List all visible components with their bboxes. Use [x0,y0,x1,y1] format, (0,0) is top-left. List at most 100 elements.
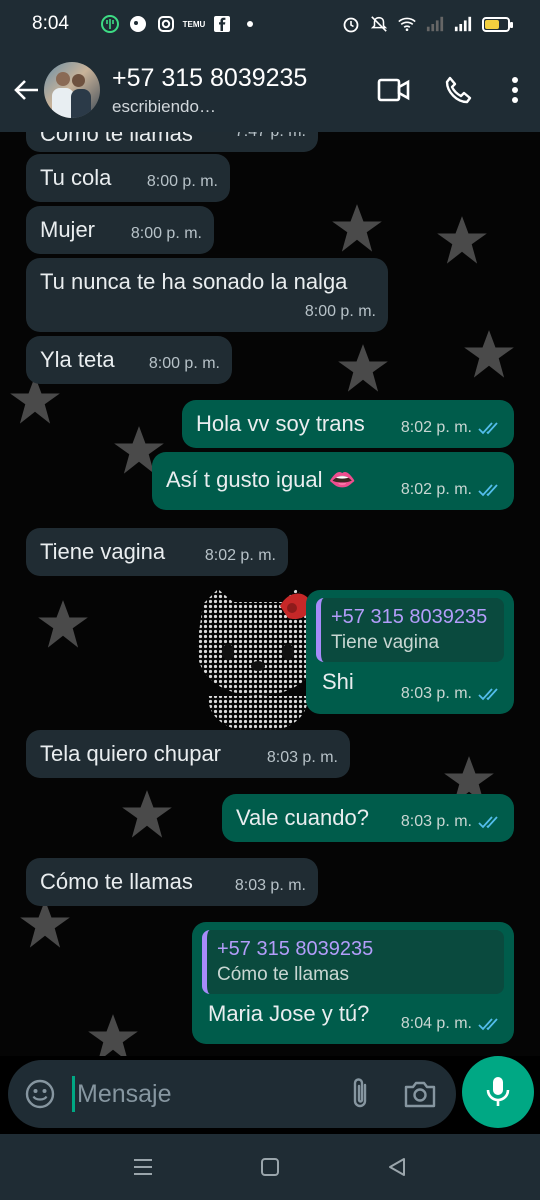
message-time: 8:03 p. m. [234,877,306,894]
message-bubble[interactable]: Hola vv soy trans 8:02 p. m. [182,400,514,448]
star-icon [332,204,382,252]
read-ticks-icon [478,484,498,497]
message-time: 8:02 p. m. [400,419,472,436]
fork-icon [100,15,119,33]
message-text: Tu nunca te ha sonado la nalga [40,269,348,294]
alarm-icon [342,15,360,33]
message-meta: 8:03 p. m. [235,872,306,900]
temu-label: TEMU [182,19,206,29]
avatar[interactable] [44,62,100,118]
mute-icon [370,15,388,33]
instagram-icon [157,15,175,33]
message-text: Tela quiero chupar [40,741,222,766]
quoted-text: Cómo te llamas [217,964,349,985]
message-bubble[interactable]: Así t gusto igual 👄 8:02 p. m. [152,452,514,510]
message-time: 7:47 p. m. [235,132,306,146]
recents-icon[interactable] [113,1142,173,1192]
message-text: Yla teta [40,347,115,372]
contact-status: escribiendo… [112,97,216,116]
message-bubble[interactable]: Tu nunca te ha sonado la nalga 8:00 p. m… [26,258,388,332]
message-time: 8:03 p. m. [400,813,472,830]
more-options-icon[interactable] [490,60,540,120]
quoted-message[interactable]: +57 315 8039235 Cómo te llamas [202,930,504,994]
signal-icon [426,15,444,33]
contact-info[interactable]: +57 315 8039235 escribiendo… [112,63,362,117]
notification-dot [246,21,253,27]
text-caret [72,1076,75,1112]
battery-level [485,19,500,29]
attach-icon[interactable] [330,1064,390,1124]
camera-icon[interactable] [390,1064,450,1124]
message-meta: 8:02 p. m. [401,476,502,504]
message-input-bar: Mensaje [0,1056,540,1134]
message-meta: 8:00 p. m. [147,168,218,196]
message-bubble[interactable]: Tiene vagina 8:02 p. m. [26,528,288,576]
back-icon[interactable] [367,1142,427,1192]
contact-name: +57 315 8039235 [112,64,308,92]
message-text: Tiene vagina [40,539,166,564]
message-meta: 8:00 p. m. [131,220,202,248]
message-time: 8:04 p. m. [400,1015,472,1032]
chat-header: +57 315 8039235 escribiendo… [0,48,540,132]
quoted-message[interactable]: +57 315 8039235 Tiene vagina [316,598,504,662]
message-bubble[interactable]: Como te llamas 7:47 p. m. [26,132,318,152]
status-right [342,15,513,33]
message-meta: 8:00 p. m. [305,298,376,326]
message-bubble[interactable]: +57 315 8039235 Tiene vagina Shi 8:03 p.… [306,590,514,714]
star-icon [464,330,514,378]
bird-icon [129,15,147,33]
message-bubble[interactable]: Mujer 8:00 p. m. [26,206,214,254]
message-meta: 8:03 p. m. [401,680,502,708]
facebook-icon [213,15,231,33]
signal-icon [454,15,472,33]
message-bubble[interactable]: +57 315 8039235 Cómo te llamas Maria Jos… [192,922,514,1044]
video-call-icon[interactable] [362,60,426,120]
wifi-icon [398,15,416,33]
battery-icon [482,16,513,32]
message-bubble[interactable]: Tu cola 8:00 p. m. [26,154,230,202]
star-icon [338,344,388,392]
status-bar: 8:04 TEMU [0,0,540,48]
star-icon [122,790,172,838]
message-bubble[interactable]: Vale cuando? 8:03 p. m. [222,794,514,842]
message-meta: 8:02 p. m. [205,542,276,570]
message-text: Como te llamas [40,132,193,146]
emoji-icon[interactable] [10,1064,70,1124]
message-meta: 8:03 p. m. [267,744,338,772]
microphone-button[interactable] [462,1056,534,1128]
message-meta: 8:00 p. m. [149,350,220,378]
microphone-icon [486,1077,510,1106]
message-meta: 8:04 p. m. [401,1010,502,1038]
read-ticks-icon [478,688,498,701]
message-bubble[interactable]: Yla teta 8:00 p. m. [26,336,232,384]
system-nav-bar [0,1134,540,1200]
message-time: 8:00 p. m. [146,173,218,190]
message-text: Cómo te llamas [40,869,193,894]
message-time: 8:03 p. m. [266,749,338,766]
message-input-box[interactable]: Mensaje [8,1060,456,1128]
message-meta: 8:03 p. m. [401,808,502,836]
chat-area[interactable]: Como te llamas 7:47 p. m. Tu cola 8:00 p… [0,132,540,1056]
message-bubble[interactable]: Cómo te llamas 8:03 p. m. [26,858,318,906]
message-text: Shi [322,669,354,694]
message-bubble[interactable]: Tela quiero chupar 8:03 p. m. [26,730,350,778]
read-ticks-icon [478,816,498,829]
message-text: Así t gusto igual 👄 [166,467,357,492]
star-icon [20,900,70,948]
phone-call-icon[interactable] [426,60,490,120]
clock: 8:04 [32,13,69,34]
status-left: 8:04 TEMU [32,13,342,35]
quoted-author: +57 315 8039235 [217,938,374,960]
message-time: 8:00 p. m. [130,225,202,242]
message-text: Tu cola [40,165,112,190]
temu-icon: TEMU [182,15,206,33]
star-icon [437,216,487,264]
read-ticks-icon [478,1018,498,1031]
read-ticks-icon [478,422,498,435]
message-input[interactable]: Mensaje [77,1080,330,1109]
home-icon[interactable] [240,1142,300,1192]
message-time: 8:03 p. m. [400,685,472,702]
message-meta: 7:47 p. m. [235,132,306,146]
back-arrow-icon[interactable] [4,68,48,112]
message-text: Mujer [40,217,96,242]
